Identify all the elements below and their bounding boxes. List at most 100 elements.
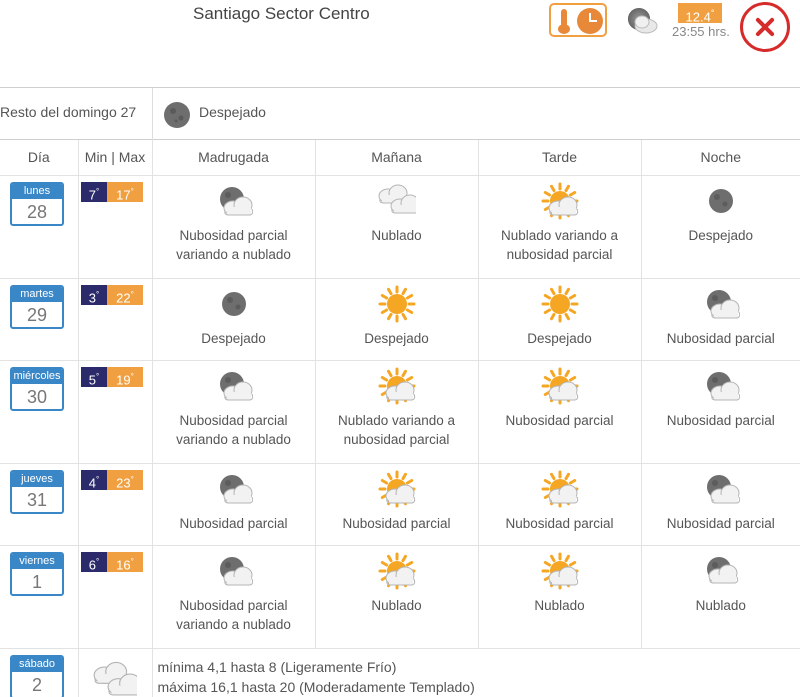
period-desc: Nublado variando a nubosidad parcial	[500, 227, 619, 262]
period-desc: Nublado	[695, 597, 746, 613]
period-desc: Despejado	[201, 330, 266, 346]
partly-cloudy-night-icon	[219, 474, 253, 503]
forecast-row: jueves 31 4° 23° Nubosidad parcial Nubos…	[0, 463, 800, 546]
day-cell[interactable]: martes 29	[0, 278, 79, 361]
day-card[interactable]: viernes 1	[10, 551, 64, 596]
period-cell: Despejado	[315, 278, 479, 361]
partly-cloudy-day-icon	[378, 367, 415, 404]
day-number: 29	[26, 304, 48, 325]
day-name: martes	[12, 286, 62, 302]
day-number: 2	[31, 674, 42, 695]
header: Santiago Sector Centro 12.4° 23:55 hrs.	[0, 0, 800, 88]
day-card[interactable]: miércoles 30	[10, 366, 64, 411]
temperature-history-button[interactable]	[549, 3, 607, 37]
day-cell[interactable]: jueves 31	[0, 463, 79, 546]
period-desc: Nubosidad parcial variando a nublado	[176, 597, 291, 632]
day-number: 30	[26, 386, 48, 407]
partly-cloudy-day-icon	[541, 552, 578, 589]
period-desc: Nubosidad parcial variando a nublado	[176, 227, 291, 262]
period-cell: Nublado variando a nubosidad parcial	[478, 175, 642, 279]
max-temp-badge: 16°	[107, 551, 143, 572]
saturday-max-line: máxima 16,1 hasta 20 (Moderadamente Temp…	[157, 678, 475, 695]
period-desc: Nublado	[534, 597, 585, 613]
sunny-icon	[378, 285, 415, 322]
day-cell[interactable]: viernes 1	[0, 545, 79, 649]
cloudy-icon	[93, 661, 137, 695]
partly-cloudy-day-icon	[541, 470, 578, 507]
saturday-min-line: mínima 4,1 hasta 8 (Ligeramente Frío)	[157, 658, 397, 675]
day-name: sábado	[12, 656, 62, 672]
header-day: Día	[0, 140, 79, 176]
partly-cloudy-night-icon	[706, 289, 740, 318]
period-cell: Nublado	[641, 545, 800, 649]
period-desc: Nublado variando a nubosidad parcial	[337, 412, 456, 447]
partly-cloudy-day-icon	[541, 367, 578, 404]
period-desc: Nubosidad parcial	[666, 330, 775, 346]
header-minmax: Min | Max	[78, 140, 153, 176]
day-card[interactable]: sábado 2	[10, 654, 64, 697]
min-temp-badge: 3°	[81, 284, 107, 305]
min-temp-badge: 7°	[81, 181, 107, 202]
close-button[interactable]	[740, 2, 790, 52]
period-cell: Nubosidad parcial variando a nublado	[152, 175, 316, 279]
day-name: jueves	[12, 471, 62, 487]
min-temp-badge: 6°	[81, 551, 107, 572]
period-desc: Nubosidad parcial	[179, 515, 288, 531]
rest-of-day-row: Resto del domingo 27 Despejado	[0, 88, 800, 140]
period-cell: Nubosidad parcial	[152, 463, 316, 546]
forecast-row: martes 29 3° 22° Despejado Despejado Des…	[0, 278, 800, 361]
max-temp-badge: 22°	[107, 284, 143, 305]
period-cell: Nublado	[315, 545, 479, 649]
day-card[interactable]: lunes 28	[10, 181, 64, 226]
forecast-row-saturday: sábado 2 mínima 4,1 hasta 8 (Ligeramente…	[0, 648, 800, 697]
rest-of-day-label: Resto del domingo 27	[0, 104, 137, 120]
clear-night-icon	[708, 188, 733, 213]
day-card[interactable]: jueves 31	[10, 469, 64, 514]
day-name: viernes	[12, 553, 62, 569]
day-number: 31	[26, 489, 48, 510]
period-cell: Despejado	[478, 278, 642, 361]
header-madrugada: Madrugada	[152, 140, 316, 176]
period-desc: Nubosidad parcial variando a nublado	[176, 412, 291, 447]
cloudy-night-icon	[706, 556, 738, 583]
day-cell[interactable]: miércoles 30	[0, 360, 79, 464]
partly-cloudy-night-icon	[219, 186, 253, 215]
period-cell: Nublado	[315, 175, 479, 279]
minmax-cell: 5° 19°	[78, 360, 153, 464]
partly-cloudy-night-icon	[219, 556, 253, 585]
period-cell: Nublado variando a nubosidad parcial	[315, 360, 479, 464]
day-cell[interactable]: lunes 28	[0, 175, 79, 279]
forecast-row: lunes 28 7° 17° Nubosidad parcial varian…	[0, 175, 800, 279]
period-cell: Nubosidad parcial	[478, 463, 642, 546]
period-cell: Despejado	[641, 175, 800, 279]
day-cell[interactable]: sábado 2	[0, 648, 79, 697]
period-cell: Nubosidad parcial	[641, 360, 800, 464]
max-temp-badge: 23°	[107, 469, 143, 490]
period-cell: Nubosidad parcial variando a nublado	[152, 360, 316, 464]
partly-cloudy-day-icon	[541, 182, 578, 219]
period-cell: Nubosidad parcial	[315, 463, 479, 546]
period-desc: Nublado	[371, 227, 422, 243]
period-cell: Nubosidad parcial	[641, 463, 800, 546]
saturday-icon-cell	[78, 648, 153, 697]
day-card[interactable]: martes 29	[10, 284, 64, 329]
period-desc: Nubosidad parcial	[666, 412, 775, 428]
period-desc: Despejado	[527, 330, 592, 346]
day-number: 28	[26, 201, 48, 222]
period-desc: Nubosidad parcial	[342, 515, 451, 531]
period-desc: Despejado	[364, 330, 429, 346]
min-temp-badge: 5°	[81, 366, 107, 387]
partly-cloudy-night-icon	[219, 371, 253, 400]
period-cell: Nubosidad parcial variando a nublado	[152, 545, 316, 649]
minmax-cell: 4° 23°	[78, 463, 153, 546]
header-noche: Noche	[641, 140, 800, 176]
partly-cloudy-night-icon	[706, 371, 740, 400]
period-cell: Nubosidad parcial	[641, 278, 800, 361]
rest-of-day-desc: Despejado	[199, 104, 266, 120]
period-desc: Nublado	[371, 597, 422, 613]
minmax-cell: 3° 22°	[78, 278, 153, 361]
period-desc: Nubosidad parcial	[666, 515, 775, 531]
period-cell: Nubosidad parcial	[478, 360, 642, 464]
forecast-table: Día Min | Max Madrugada Mañana Tarde Noc…	[0, 140, 800, 697]
saturday-summary: mínima 4,1 hasta 8 (Ligeramente Frío) má…	[152, 648, 800, 697]
